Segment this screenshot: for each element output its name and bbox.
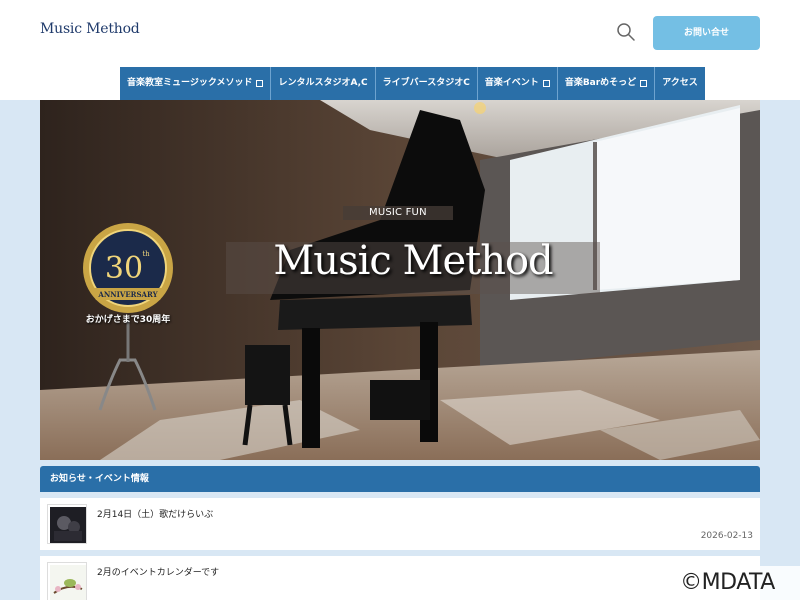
- dropdown-icon: [640, 80, 648, 87]
- nav-item-live-bar-studio[interactable]: ライブバースタジオC: [376, 67, 478, 100]
- nav-item-label: 音楽Barめそっど: [564, 78, 637, 88]
- dropdown-icon: [256, 80, 264, 87]
- main-nav: 音楽教室ミュージックメソッド レンタルスタジオA,C ライブバースタジオC 音楽…: [120, 67, 705, 100]
- hero-banner: ANNIVERSARY 30 th おかげさまで30周年 MUSIC FUN M…: [40, 100, 760, 460]
- news-title: 2月のイベントカレンダーです: [97, 568, 220, 578]
- hero-subtitle: MUSIC FUN: [343, 206, 453, 220]
- news-date: 2026-02-13: [700, 531, 753, 541]
- badge-caption: おかげさまで30周年: [85, 315, 171, 325]
- news-thumbnail: [47, 504, 87, 544]
- nav-item-music-bar[interactable]: 音楽Barめそっど: [558, 67, 656, 100]
- nav-item-label: レンタルスタジオA,C: [278, 78, 368, 88]
- nav-item-music-event[interactable]: 音楽イベント: [478, 67, 558, 100]
- watermark: ©MDATA: [655, 566, 800, 600]
- hero-title: Music Method: [273, 238, 553, 284]
- news-section-header: お知らせ・イベント情報: [40, 466, 760, 492]
- dropdown-icon: [542, 80, 550, 87]
- badge-sup: th: [142, 250, 150, 258]
- news-item[interactable]: 2月のイベントカレンダーです: [40, 556, 760, 600]
- nav-item-rental-studio[interactable]: レンタルスタジオA,C: [271, 67, 376, 100]
- anniversary-badge: ANNIVERSARY 30 th: [80, 220, 176, 316]
- badge-number: 30: [105, 251, 143, 286]
- news-thumbnail: [47, 562, 87, 600]
- news-item[interactable]: 2月14日（土）歌だけらいぶ 2026-02-13: [40, 498, 760, 550]
- nav-item-label: アクセス: [662, 78, 698, 88]
- nav-item-access[interactable]: アクセス: [655, 67, 705, 100]
- nav-item-label: ライブバースタジオC: [382, 78, 470, 88]
- contact-button[interactable]: お問い合せ: [653, 16, 760, 50]
- site-logo[interactable]: Music Method: [40, 21, 140, 37]
- nav-item-music-school[interactable]: 音楽教室ミュージックメソッド: [120, 67, 272, 100]
- badge-ribbon-text: ANNIVERSARY: [97, 290, 158, 299]
- nav-item-label: 音楽教室ミュージックメソッド: [127, 78, 253, 88]
- nav-item-label: 音楽イベント: [484, 78, 539, 88]
- news-title: 2月14日（土）歌だけらいぶ: [97, 510, 214, 520]
- search-icon[interactable]: [612, 18, 640, 46]
